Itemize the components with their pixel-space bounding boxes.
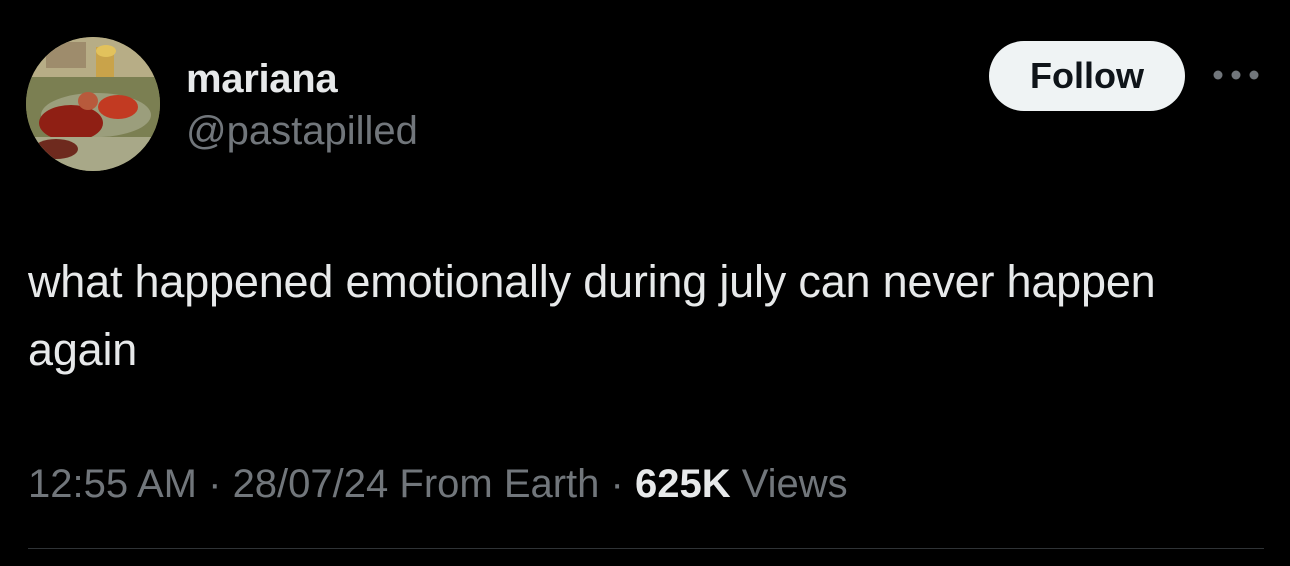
- more-icon: [1213, 70, 1259, 80]
- tweet-metadata: 12:55 AM · 28/07/24 From Earth · 625K Vi…: [28, 462, 848, 507]
- views-count[interactable]: 625K: [635, 462, 731, 506]
- more-options-button[interactable]: [1210, 60, 1262, 90]
- tweet-location: From Earth: [388, 462, 600, 506]
- tweet-text: what happened emotionally during july ca…: [28, 256, 1156, 375]
- display-name[interactable]: mariana: [186, 57, 338, 102]
- user-handle[interactable]: @pastapilled: [186, 109, 418, 154]
- avatar-image: [26, 37, 160, 171]
- views-label[interactable]: Views: [731, 462, 848, 506]
- divider: [28, 548, 1264, 549]
- tweet-date[interactable]: 28/07/24: [233, 462, 389, 506]
- follow-button[interactable]: Follow: [989, 41, 1185, 111]
- avatar[interactable]: [26, 37, 160, 171]
- meta-separator: ·: [197, 462, 233, 506]
- meta-separator: ·: [599, 462, 635, 506]
- tweet-time[interactable]: 12:55 AM: [28, 462, 197, 506]
